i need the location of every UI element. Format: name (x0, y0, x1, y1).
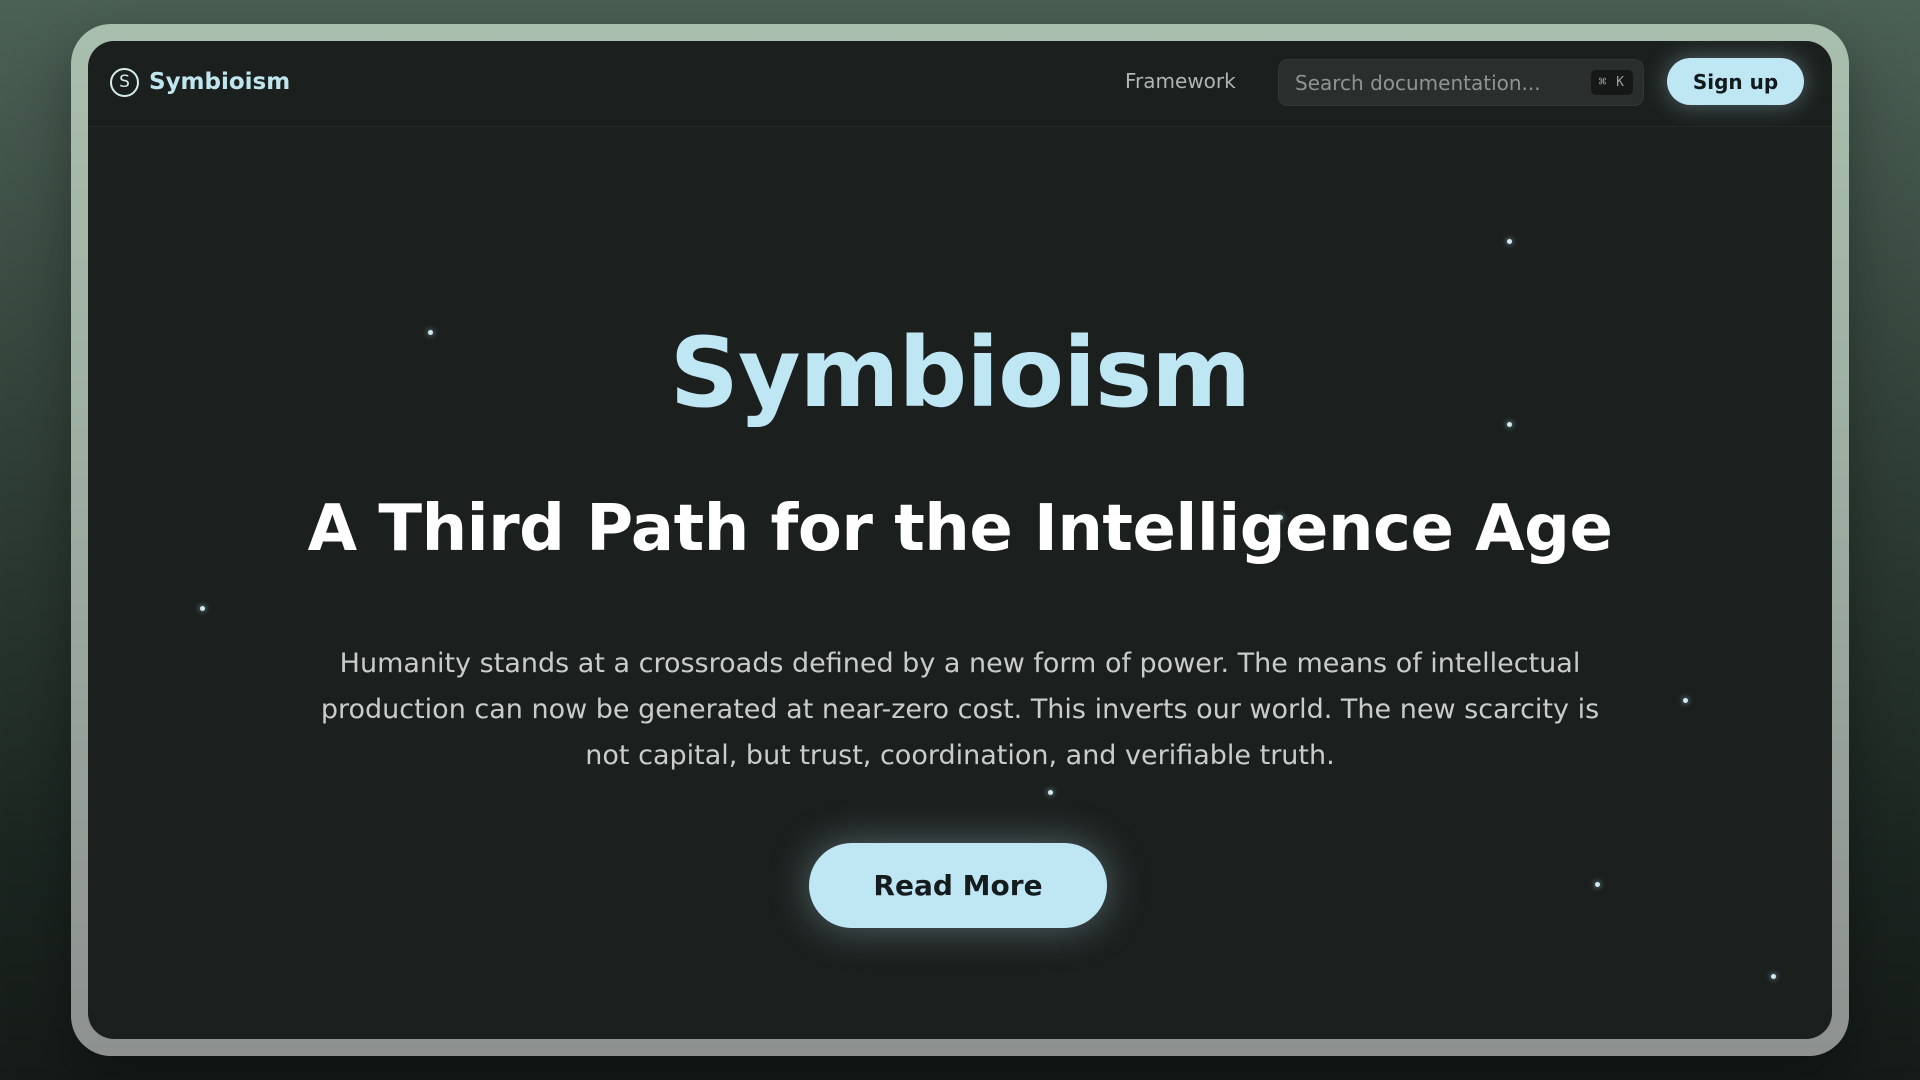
hero-subtitle: A Third Path for the Intelligence Age (307, 492, 1613, 566)
top-nav: S Symbioism Framework ⌘ K Sign up (88, 41, 1832, 127)
star-dot (1507, 239, 1512, 244)
keyboard-shortcut-badge: ⌘ K (1590, 70, 1633, 95)
star-dot (1771, 974, 1776, 979)
hero-description: Humanity stands at a crossroads defined … (320, 648, 1600, 771)
read-more-button[interactable]: Read More (809, 843, 1107, 928)
star-dot (1683, 698, 1688, 703)
screen: S Symbioism Framework ⌘ K Sign up Symbio… (88, 41, 1832, 1039)
star-dot (200, 606, 205, 611)
star-dot (1048, 790, 1053, 795)
logo-icon: S (110, 67, 139, 97)
search-box[interactable]: ⌘ K (1278, 59, 1644, 106)
sign-up-button[interactable]: Sign up (1667, 58, 1804, 105)
brand-logo[interactable]: S Symbioism (110, 65, 290, 99)
star-dot (1595, 882, 1600, 887)
search-input[interactable] (1295, 70, 1591, 95)
hero-title: Symbioism (669, 317, 1251, 429)
nav-link-framework[interactable]: Framework (1125, 69, 1236, 93)
brand-name: Symbioism (149, 69, 291, 95)
device-frame: S Symbioism Framework ⌘ K Sign up Symbio… (71, 24, 1849, 1056)
